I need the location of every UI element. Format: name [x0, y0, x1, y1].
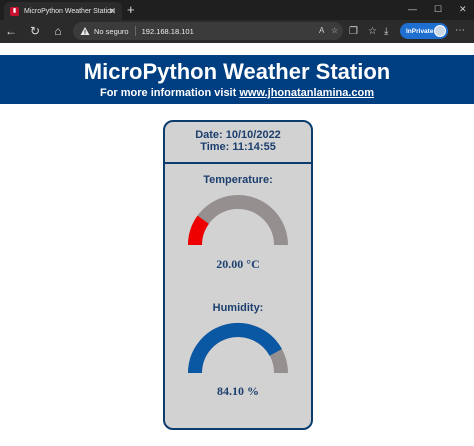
window-close-icon[interactable]: ✕ [459, 3, 467, 15]
avatar [434, 25, 446, 37]
header-banner: MicroPython Weather Station For more inf… [0, 55, 474, 104]
temperature-gauge-fill [188, 215, 210, 246]
temperature-gauge [188, 195, 288, 246]
favorite-icon[interactable]: ☆ [331, 25, 338, 37]
page-title: MicroPython Weather Station [83, 59, 391, 84]
minimize-icon[interactable]: — [408, 3, 417, 15]
web-page: MicroPython Weather Station For more inf… [0, 43, 474, 446]
close-icon[interactable]: ✕ [108, 5, 116, 17]
humidity-value: 84.10 % [217, 384, 259, 398]
time-text: Time: 11:14:55 [200, 141, 276, 153]
temperature-label: Temperature: [203, 174, 273, 186]
plus-icon[interactable]: + [127, 2, 135, 18]
collections-icon[interactable]: ❐ [349, 25, 358, 38]
temperature-value: 20.00 °C [216, 257, 260, 271]
maximize-icon[interactable]: ☐ [434, 3, 442, 15]
station-card: Date: 10/10/2022 Time: 11:14:55 Temperat… [163, 120, 313, 430]
inprivate-label: InPrivate [406, 27, 434, 35]
page-subtitle: For more information visit www.jhonatanl… [0, 86, 474, 100]
url-text[interactable]: 192.168.18.101 [142, 27, 194, 36]
home-icon[interactable]: ⌂ [51, 24, 65, 38]
tab-title: MicroPython Weather Station [24, 7, 115, 15]
refresh-icon[interactable]: ↻ [28, 24, 42, 38]
humidity-gauge [188, 323, 288, 374]
download-icon[interactable]: ⤓ [384, 25, 388, 38]
subtitle-text: For more information visit [99, 87, 240, 99]
inprivate-button[interactable]: InPrivate [400, 23, 448, 39]
address-bar[interactable]: No seguro 192.168.18.101 A ☆ [73, 22, 343, 40]
datetime-header: Date: 10/10/2022 Time: 11:14:55 [165, 122, 311, 164]
humidity-gauge-fill [188, 323, 282, 374]
read-aloud-icon[interactable]: A [319, 25, 324, 37]
humidity-label: Humidity: [212, 302, 264, 314]
security-label[interactable]: No seguro [94, 27, 129, 36]
warning-icon [80, 27, 90, 35]
browser-tab[interactable]: ▮ MicroPython Weather Station ✕ [4, 2, 122, 20]
more-menu-icon[interactable]: ⋯ [455, 24, 465, 37]
favorites-bar-icon[interactable]: ☆ [368, 25, 377, 38]
favicon-icon: ▮ [10, 6, 19, 16]
website-link[interactable]: www.jhonatanlamina.com [239, 87, 374, 99]
back-icon[interactable]: ← [4, 24, 18, 38]
browser-tabstrip: ▮ MicroPython Weather Station ✕ + — ☐ ✕ [0, 0, 474, 20]
browser-toolbar: ← ↻ ⌂ No seguro 192.168.18.101 A ☆ ❐ ☆ ⤓… [0, 20, 474, 43]
address-divider [134, 26, 136, 36]
